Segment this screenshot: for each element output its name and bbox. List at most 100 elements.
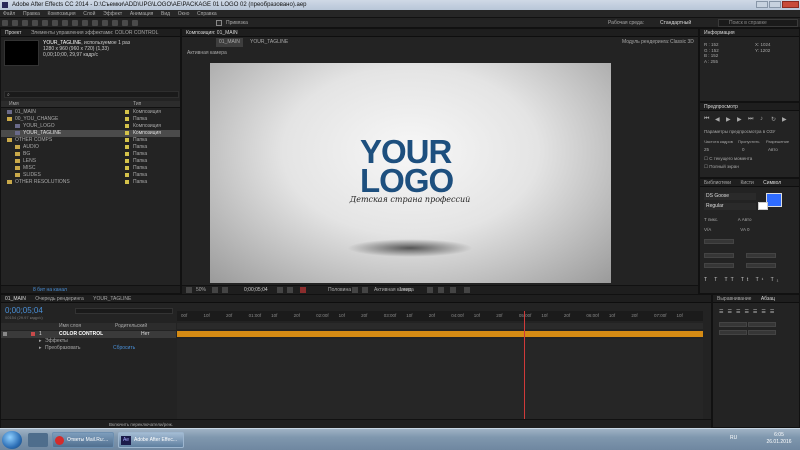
selection-tool-icon[interactable] [2,20,8,26]
baseline-shift-input[interactable] [704,263,734,268]
help-search-input[interactable]: Поиск в справке [718,19,798,27]
renderer-value[interactable]: Classic 3D [670,38,694,47]
stroke-width-input[interactable] [704,239,734,244]
project-search-input[interactable]: ⌕ [4,91,179,98]
fps-select[interactable]: 25 [704,147,709,152]
menu-composition[interactable]: Композиция [48,10,76,18]
skip-input[interactable]: 0 [742,147,745,152]
vertical-scale-input[interactable] [704,253,734,258]
space-before-input[interactable] [719,330,747,336]
pan-behind-tool-icon[interactable] [52,20,58,26]
time-ruler[interactable]: 00f 10f 20f 01:00f 10f 20f 02:00f 10f 20f 03:00f 1… [177,311,703,321]
project-item[interactable]: OTHER COMPS Папка [1,137,180,144]
play-icon[interactable]: ▶ [726,116,731,123]
twirl-icon[interactable]: ▸ [39,338,42,345]
show-snapshot-icon[interactable] [287,287,293,293]
leading-value[interactable]: Авто [742,217,752,222]
res-select[interactable]: Авто [768,147,778,152]
work-area-bar[interactable] [177,323,703,329]
menu-window[interactable]: Окно [178,10,190,18]
minimize-button[interactable] [756,1,768,8]
loop-icon[interactable]: ↻ [771,116,776,123]
playhead[interactable] [524,311,526,421]
pen-tool-icon[interactable] [72,20,78,26]
indent-right-input[interactable] [748,322,777,328]
project-item[interactable]: AUDIO Папка [1,144,180,151]
camera-tool-icon[interactable] [42,20,48,26]
label-color-swatch[interactable] [125,180,129,184]
label-color-swatch[interactable] [125,138,129,142]
tab-render-queue[interactable]: Очередь рендеринга [35,296,84,302]
indent-left-input[interactable] [719,322,747,328]
tab-character[interactable]: Символ [763,180,781,186]
label-color-swatch[interactable] [125,166,129,170]
transparency-grid-icon[interactable] [362,287,368,293]
tab-libraries[interactable]: Библиотеки [704,180,731,186]
hand-tool-icon[interactable] [12,20,18,26]
mask-visibility-icon[interactable] [222,287,228,293]
tab-info[interactable]: Информация [704,30,735,36]
taskbar-item-browser[interactable]: Ответы Mail.Ru:... [52,432,114,448]
menu-help[interactable]: Справка [197,10,217,18]
paragraph-align-buttons[interactable]: ☰☰☰☰☰☰☰ [719,309,778,315]
menu-animation[interactable]: Анимация [130,10,153,18]
next-frame-icon[interactable]: ▶ [737,116,742,123]
channel-icon[interactable] [300,287,306,293]
rotate-tool-icon[interactable] [32,20,38,26]
brush-tool-icon[interactable] [92,20,98,26]
taskbar-explorer-icon[interactable] [28,433,48,447]
flowchart-icon[interactable] [450,287,456,293]
menu-edit[interactable]: Правка [23,10,40,18]
grid-icon[interactable] [212,287,218,293]
ram-preview-icon[interactable]: ▶ [782,116,787,123]
fill-color-swatch[interactable] [766,193,782,207]
fullscreen-checkbox[interactable]: ☐ Полный экран [704,164,739,170]
tracking-value[interactable]: 0 [747,227,750,232]
label-color-swatch[interactable] [125,124,129,128]
label-color-swatch[interactable] [125,152,129,156]
stroke-color-swatch[interactable] [758,202,768,210]
twirl-icon[interactable]: ▸ [39,345,42,352]
close-button[interactable] [782,1,799,8]
ram-settings-label[interactable]: Параметры предпросмотра в ОЗУ [704,129,775,134]
tab-preview[interactable]: Предпросмотр [704,104,738,110]
workspace-select[interactable]: Стандартный [660,18,691,28]
zoom-tool-icon[interactable] [22,20,28,26]
project-item[interactable]: SLIDES Папка [1,172,180,179]
mask-tool-icon[interactable] [62,20,68,26]
language-indicator[interactable]: RU [730,435,737,441]
project-item[interactable]: OTHER RESOLUTIONS Папка [1,179,180,186]
roto-brush-tool-icon[interactable] [122,20,128,26]
property-reset-link[interactable]: Сбросить [113,345,135,352]
start-button[interactable] [2,431,22,449]
layer-name[interactable]: COLOR CONTROL [59,331,103,338]
breadcrumb-main[interactable]: 01_MAIN [216,38,243,47]
text-tool-icon[interactable] [82,20,88,26]
layer-parent-select[interactable]: Нет [141,331,150,338]
always-preview-icon[interactable] [186,287,192,293]
layer-search-input[interactable] [75,308,173,314]
menu-view[interactable]: Вид [161,10,170,18]
layer-duration-bar[interactable] [177,331,703,337]
from-current-checkbox[interactable]: ☐ С текущего момента [704,156,752,162]
project-item[interactable]: BG Папка [1,151,180,158]
taskbar-item-aftereffects[interactable]: Ae Adobe After Effec... [118,432,184,448]
menu-effect[interactable]: Эффект [103,10,122,18]
horizontal-scale-input[interactable] [745,253,776,258]
audio-icon[interactable]: ♪ [760,116,763,122]
font-style-select[interactable]: Regular [704,203,756,210]
fast-preview-icon[interactable] [427,287,433,293]
timeline-icon[interactable] [438,287,444,293]
snapshot-icon[interactable] [277,287,283,293]
puppet-tool-icon[interactable] [132,20,138,26]
tab-timeline-main[interactable]: 01_MAIN [5,296,26,302]
visibility-eye-icon[interactable] [3,332,7,336]
project-item[interactable]: 01_MAIN Композиция [1,109,180,116]
exposure-icon[interactable] [464,287,470,293]
tab-effect-controls[interactable]: Элементы управления эффектами: COLOR CON… [31,30,158,36]
project-item[interactable]: YOUR_TAGLINE Композиция [1,130,180,137]
stamp-tool-icon[interactable] [102,20,108,26]
last-frame-icon[interactable]: ⏭ [748,116,753,123]
space-after-input[interactable] [748,330,777,336]
tab-project[interactable]: Проект [5,30,21,36]
